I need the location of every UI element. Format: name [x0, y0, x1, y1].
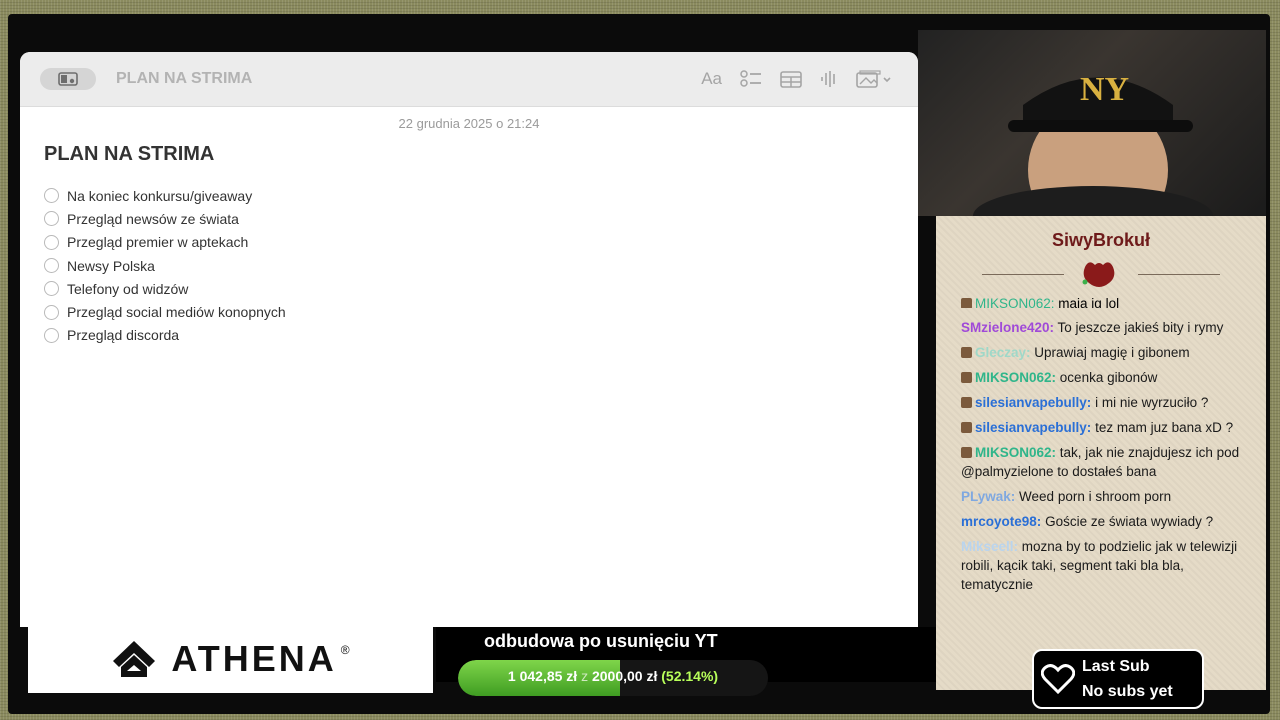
last-sub-title: Last Sub — [1082, 658, 1150, 675]
table-icon[interactable] — [780, 70, 802, 88]
chat-text: Weed porn i shroom porn — [1019, 489, 1172, 504]
sub-badge-icon — [961, 347, 972, 358]
goal-percent: (52.14%) — [661, 668, 719, 684]
chat-message-list: SMzielone420: To jeszcze jakieś bity i r… — [961, 318, 1241, 600]
notes-toolbar: PLAN NA STRIMA Aa — [20, 52, 918, 107]
chat-text: Uprawiaj magię i gibonem — [1034, 345, 1190, 360]
chat-panel: SiwyBrokuł MIKSON062: mają ig lol SMziel… — [936, 216, 1266, 690]
sub-badge-icon — [961, 397, 972, 408]
goal-current: 1 042,85 zł — [507, 668, 578, 684]
chat-message: MIKSON062: tak, jak nie znajdujesz ich p… — [961, 443, 1241, 481]
sub-badge-icon — [961, 372, 972, 383]
chat-username[interactable]: silesianvapebully: — [975, 420, 1091, 435]
checklist-item-label[interactable]: Przegląd social mediów konopnych — [67, 304, 286, 320]
webcam-feed: NY — [918, 30, 1266, 216]
media-icon[interactable] — [856, 70, 892, 88]
sub-badge-icon — [961, 298, 972, 308]
checkbox-circle-icon[interactable] — [44, 327, 59, 343]
chat-text: tez mam juz bana xD ? — [1095, 420, 1234, 435]
chat-divider — [936, 257, 1266, 291]
chat-message: Gleczay: Uprawiaj magię i gibonem — [961, 343, 1241, 362]
chat-message: mrcoyote98: Goście ze świata wywiady ? — [961, 512, 1241, 531]
chat-username[interactable]: MIKSON062: — [975, 370, 1056, 385]
chat-message: silesianvapebully: i mi nie wyrzuciło ? — [961, 393, 1241, 412]
last-sub-value: No subs yet — [1082, 683, 1173, 700]
streamer-silhouette-icon: NY — [973, 71, 1213, 216]
checklist-item-label[interactable]: Przegląd premier w aptekach — [67, 234, 248, 250]
chat-message-clipped: MIKSON062: mają ig lol — [961, 296, 1241, 308]
goal-amounts: 1 042,85 zł z 2000,00 zł (52.14%) — [458, 668, 768, 684]
registered-mark: ® — [340, 642, 350, 657]
chat-brand-name: SiwyBrokuł — [1051, 230, 1151, 250]
checklist-item: Przegląd premier w aptekach — [44, 231, 918, 254]
note-date: 22 grudnia 2025 o 21:24 — [398, 116, 540, 131]
chat-text: ocenka gibonów — [1059, 370, 1158, 385]
svg-text:NY: NY — [1080, 71, 1129, 108]
chat-username[interactable]: Mikseell: — [961, 539, 1018, 554]
sponsor-banner: ATHENA ® — [28, 624, 433, 693]
chat-username[interactable]: Gleczay: — [975, 345, 1031, 360]
checkbox-circle-icon[interactable] — [44, 188, 59, 204]
goal-separator: z — [581, 668, 589, 684]
chat-username[interactable]: MIKSON062: — [975, 296, 1055, 308]
sidebar-icon — [58, 72, 78, 86]
checklist-item-label[interactable]: Telefony od widzów — [67, 281, 188, 297]
chat-username[interactable]: silesianvapebully: — [975, 395, 1091, 410]
checklist-item-label[interactable]: Przegląd newsów ze świata — [67, 211, 239, 227]
checklist-item: Telefony od widzów — [44, 277, 918, 300]
chat-username[interactable]: SMzielone420: — [961, 320, 1054, 335]
checklist-item: Przegląd social mediów konopnych — [44, 300, 918, 323]
checkbox-circle-icon[interactable] — [44, 281, 59, 297]
chat-username[interactable]: mrcoyote98: — [961, 514, 1041, 529]
chat-username[interactable]: PLywak: — [961, 489, 1015, 504]
chat-text: i mi nie wyrzuciło ? — [1095, 395, 1209, 410]
chat-username[interactable]: MIKSON062: — [975, 445, 1056, 460]
sponsor-name: ATHENA — [171, 637, 337, 679]
checklist-item: Przegląd discorda — [44, 324, 918, 347]
checklist-item: Przegląd newsów ze świata — [44, 207, 918, 230]
toolbar-tools: Aa — [701, 52, 892, 106]
chat-text: Goście ze świata wywiady ? — [1045, 514, 1214, 529]
note-title: PLAN NA STRIMA — [44, 143, 215, 165]
brand-logo-icon — [1082, 262, 1115, 287]
checklist-item: Newsy Polska — [44, 254, 918, 277]
chat-message: SMzielone420: To jeszcze jakieś bity i r… — [961, 318, 1241, 337]
checkbox-circle-icon[interactable] — [44, 258, 59, 274]
checkbox-circle-icon[interactable] — [44, 211, 59, 227]
checkbox-circle-icon[interactable] — [44, 304, 59, 320]
heart-icon — [1034, 664, 1082, 694]
chat-message: silesianvapebully: tez mam juz bana xD ? — [961, 418, 1241, 437]
chat-message: MIKSON062: ocenka gibonów — [961, 368, 1241, 387]
checklist-item-label[interactable]: Newsy Polska — [67, 258, 155, 274]
goal-progress-bar: 1 042,85 zł z 2000,00 zł (52.14%) — [458, 660, 768, 696]
checkbox-circle-icon[interactable] — [44, 234, 59, 250]
checklist-icon[interactable] — [740, 70, 762, 88]
checklist-item-label[interactable]: Przegląd discorda — [67, 327, 179, 343]
athena-logo-icon — [113, 640, 156, 677]
checklist-item: Na koniec konkursu/giveaway — [44, 184, 918, 207]
sidebar-toggle-button[interactable] — [40, 68, 96, 90]
checklist: Na koniec konkursu/giveaway Przegląd new… — [44, 184, 918, 347]
chat-text: To jeszcze jakieś bity i rymy — [1057, 320, 1224, 335]
sub-badge-icon — [961, 422, 972, 433]
donation-goal: odbudowa po usunięciu YT 1 042,85 zł z 2… — [436, 627, 936, 696]
chat-text: mają ig lol — [1058, 296, 1120, 308]
last-sub-widget: Last Sub No subs yet — [1032, 649, 1204, 709]
chat-message: PLywak: Weed porn i shroom porn — [961, 487, 1241, 506]
goal-target: 2000,00 zł — [591, 668, 658, 684]
last-sub-text: Last Sub No subs yet — [1082, 654, 1173, 704]
format-button[interactable]: Aa — [701, 69, 722, 89]
sub-badge-icon — [961, 447, 972, 458]
goal-title: odbudowa po usunięciu YT — [484, 631, 718, 651]
toolbar-title: PLAN NA STRIMA — [116, 70, 253, 87]
chat-message: Mikseell: mozna by to podzielic jak w te… — [961, 537, 1241, 594]
audio-waveform-icon[interactable] — [820, 70, 838, 88]
checklist-item-label[interactable]: Na koniec konkursu/giveaway — [67, 188, 252, 204]
notes-window: PLAN NA STRIMA Aa 22 grudnia 2025 o 21:2… — [20, 52, 918, 627]
